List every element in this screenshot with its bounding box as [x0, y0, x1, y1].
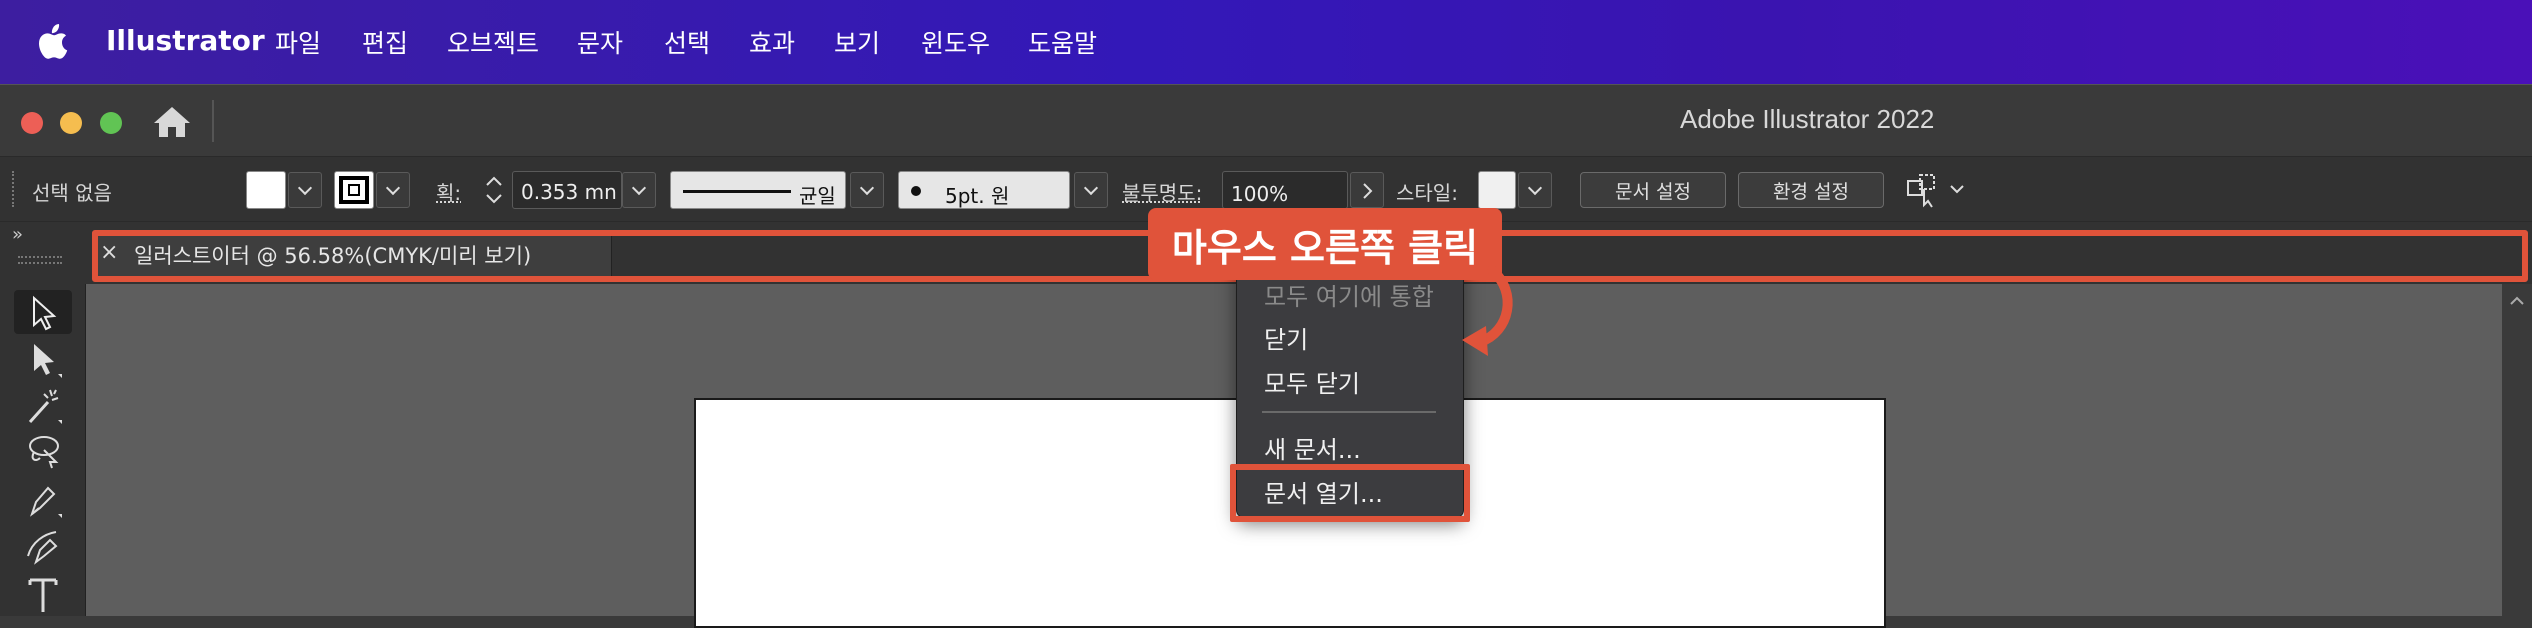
selection-status: 선택 없음	[32, 181, 112, 205]
menu-object[interactable]: 오브젝트	[447, 24, 539, 60]
type-icon	[28, 578, 58, 612]
type-tool[interactable]	[14, 572, 72, 616]
close-window-button[interactable]	[21, 112, 43, 134]
curvature-tool[interactable]	[14, 524, 72, 568]
zoom-window-button[interactable]	[100, 112, 122, 134]
title-bar	[0, 84, 2532, 156]
menu-app-name[interactable]: Illustrator	[106, 24, 265, 57]
stroke-swatch[interactable]	[334, 171, 374, 209]
menu-file[interactable]: 파일	[275, 24, 321, 60]
curved-arrow-icon	[1462, 265, 1513, 356]
magic-wand-icon	[28, 389, 62, 424]
opacity-label[interactable]: 불투명도:	[1122, 177, 1202, 206]
style-label: 스타일:	[1396, 181, 1458, 205]
lasso-tool[interactable]	[14, 430, 72, 474]
stroke-weight-label: 획:	[436, 181, 462, 205]
brush-dropdown[interactable]	[1074, 172, 1108, 208]
opacity-slider-toggle[interactable]	[1350, 172, 1384, 208]
menu-item-close[interactable]: 닫기	[1264, 320, 1308, 355]
menu-view[interactable]: 보기	[834, 24, 880, 60]
toolbar-grip[interactable]	[18, 256, 62, 264]
opacity-input[interactable]: 100%	[1222, 171, 1348, 209]
brush-definition[interactable]: 5pt. 원	[898, 171, 1070, 209]
brush-label: 5pt. 원	[945, 184, 1010, 208]
menu-item-new-document[interactable]: 새 문서...	[1264, 430, 1361, 465]
selection-tool[interactable]	[14, 290, 72, 334]
stroke-weight-dropdown[interactable]	[622, 172, 656, 208]
fill-dropdown[interactable]	[288, 172, 322, 208]
menu-separator	[1262, 411, 1436, 413]
stroke-stepper[interactable]	[478, 171, 510, 209]
toolbar-header: »	[0, 224, 86, 284]
vertical-scrollbar[interactable]	[2502, 284, 2532, 616]
menu-item-consolidate-all: 모두 여기에 통합	[1264, 283, 1434, 311]
menu-help[interactable]: 도움말	[1028, 24, 1097, 60]
toolbar-collapse-icon[interactable]: »	[12, 224, 23, 245]
preferences-button[interactable]: 환경 설정	[1738, 172, 1884, 208]
apple-icon[interactable]	[36, 20, 70, 60]
menu-effect[interactable]: 효과	[749, 24, 795, 60]
window-title: Adobe Illustrator 2022	[1680, 104, 1935, 134]
direct-selection-tool-icon	[34, 344, 62, 378]
tools-panel	[0, 284, 86, 616]
document-setup-button[interactable]: 문서 설정	[1580, 172, 1726, 208]
profile-label: 균일	[799, 184, 836, 208]
stroke-weight-value: 0.353 mn	[521, 180, 617, 204]
menu-window[interactable]: 윈도우	[921, 24, 990, 60]
curvature-icon	[27, 531, 58, 565]
scroll-up-icon[interactable]	[2502, 290, 2532, 310]
control-bar-grip[interactable]	[12, 171, 14, 207]
menu-select[interactable]: 선택	[664, 24, 710, 60]
minimize-window-button[interactable]	[60, 112, 82, 134]
profile-dropdown[interactable]	[850, 172, 884, 208]
menu-edit[interactable]: 편집	[362, 24, 408, 60]
menu-type[interactable]: 문자	[577, 24, 623, 60]
stroke-weight-input[interactable]: 0.353 mn	[512, 171, 622, 209]
menu-item-close-all[interactable]: 모두 닫기	[1264, 364, 1360, 399]
home-icon[interactable]	[152, 104, 192, 140]
variable-width-profile[interactable]: 균일	[670, 171, 846, 209]
title-bar-divider	[212, 100, 214, 142]
stroke-dropdown[interactable]	[376, 172, 410, 208]
align-icon[interactable]	[1902, 171, 1942, 209]
macos-menu-bar: Illustrator 파일 편집 오브젝트 문자 선택 효과 보기 윈도우 도…	[0, 0, 2532, 84]
selection-tool-icon	[33, 295, 57, 331]
direct-selection-tool[interactable]	[14, 338, 72, 382]
magic-wand-tool[interactable]	[14, 384, 72, 428]
pen-tool[interactable]	[14, 478, 72, 522]
opacity-value: 100%	[1231, 182, 1289, 206]
menu-item-highlight-box	[1230, 464, 1470, 522]
align-dropdown[interactable]	[1942, 172, 1972, 208]
graphic-style-dropdown[interactable]	[1518, 172, 1552, 208]
pen-icon	[30, 486, 62, 518]
graphic-style-swatch[interactable]	[1478, 171, 1516, 209]
lasso-icon	[29, 436, 59, 469]
fill-swatch[interactable]	[246, 171, 286, 209]
